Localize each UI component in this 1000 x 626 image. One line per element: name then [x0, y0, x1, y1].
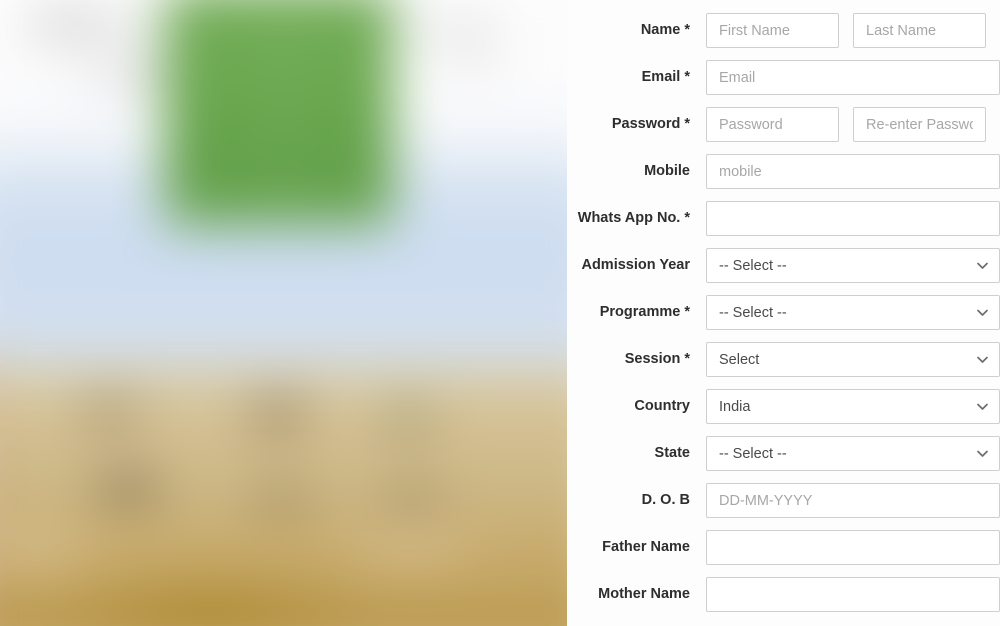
field-group: India	[706, 389, 1000, 424]
form-row-state: State -- Select --	[567, 436, 1000, 471]
form-row-password: Password *	[567, 107, 1000, 142]
field-label: Mobile	[644, 162, 690, 179]
father-name-input[interactable]	[706, 530, 1000, 565]
field-label: Father Name	[602, 538, 690, 555]
session-select-wrapper: Select	[706, 342, 1000, 377]
field-label: Mother Name	[598, 585, 690, 602]
field-label: D. O. B	[641, 491, 690, 508]
field-group	[706, 201, 1000, 236]
field-group	[706, 107, 1000, 142]
form-row-mobile: Mobile	[567, 154, 1000, 189]
field-label: Password *	[611, 115, 690, 132]
state-select-wrapper: -- Select --	[706, 436, 1000, 471]
hero-campus-building	[0, 341, 567, 626]
field-label: State	[654, 444, 690, 461]
field-label: Admission Year	[581, 256, 690, 273]
form-row-mother-name: Mother Name	[567, 577, 1000, 612]
hero-building-detail	[0, 341, 567, 626]
whatsapp-number-input[interactable]	[706, 201, 1000, 236]
email-input[interactable]	[706, 60, 1000, 95]
last-name-input[interactable]	[853, 13, 986, 48]
form-row-father-name: Father Name	[567, 530, 1000, 565]
field-label: Programme *	[599, 303, 690, 320]
admission-year-select-wrapper: -- Select --	[706, 248, 1000, 283]
hero-secondary-logo-blurred	[430, 20, 510, 90]
programme-select[interactable]: -- Select --	[706, 295, 1000, 330]
field-group	[706, 13, 1000, 48]
mobile-input[interactable]	[706, 154, 1000, 189]
mother-name-input[interactable]	[706, 577, 1000, 612]
emblem-inner-marks	[251, 28, 315, 214]
field-label: Name *	[640, 21, 690, 38]
admission-year-select[interactable]: -- Select --	[706, 248, 1000, 283]
password-input[interactable]	[706, 107, 839, 142]
field-label: Session *	[624, 350, 690, 367]
country-select-wrapper: India	[706, 389, 1000, 424]
registration-form: Name * Email * Password * Mobile Whats App N…	[567, 0, 1000, 626]
hero-banner	[0, 0, 567, 626]
form-row-country: Country India	[567, 389, 1000, 424]
form-row-session: Session * Select	[567, 342, 1000, 377]
form-row-name: Name *	[567, 13, 1000, 48]
form-row-d-o-b: D. O. B	[567, 483, 1000, 518]
hero-blur-layer	[0, 0, 567, 626]
field-group	[706, 577, 1000, 612]
field-group	[706, 154, 1000, 189]
field-group	[706, 60, 1000, 95]
form-row-whats-app-no: Whats App No. *	[567, 201, 1000, 236]
field-group: Select	[706, 342, 1000, 377]
university-emblem-icon	[165, 0, 393, 226]
field-group: -- Select --	[706, 436, 1000, 471]
field-group	[706, 530, 1000, 565]
programme-select-wrapper: -- Select --	[706, 295, 1000, 330]
state-select[interactable]: -- Select --	[706, 436, 1000, 471]
session-select[interactable]: Select	[706, 342, 1000, 377]
date-of-birth-input[interactable]	[706, 483, 1000, 518]
country-select[interactable]: India	[706, 389, 1000, 424]
field-group	[706, 483, 1000, 518]
field-label: Country	[634, 397, 690, 414]
form-row-programme: Programme * -- Select --	[567, 295, 1000, 330]
form-row-email: Email *	[567, 60, 1000, 95]
first-name-input[interactable]	[706, 13, 839, 48]
registration-page: Name * Email * Password * Mobile Whats App N…	[0, 0, 1000, 626]
field-label: Whats App No. *	[577, 209, 690, 226]
field-label: Email *	[641, 68, 690, 85]
form-row-admission-year: Admission Year -- Select --	[567, 248, 1000, 283]
field-group: -- Select --	[706, 295, 1000, 330]
field-group: -- Select --	[706, 248, 1000, 283]
confirm-password-input[interactable]	[853, 107, 986, 142]
